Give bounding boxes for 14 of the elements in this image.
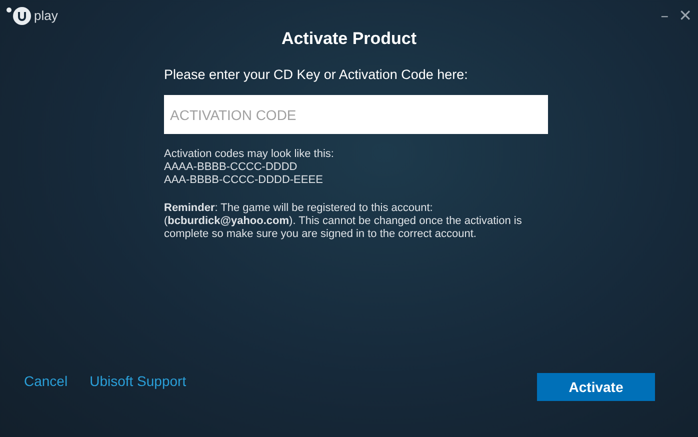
logo-icon <box>5 4 33 26</box>
reminder-text: Reminder: The game will be registered to this account: (bcburdick@yahoo.com). This cannot be changed once the activation is complete so make sure you are signed in to the correct account. <box>164 202 523 241</box>
footer-link[interactable]: Ubisoft Support <box>90 373 186 389</box>
dialog-title: Activate Product <box>281 29 417 49</box>
help-text: AAA-BBBB-CCCC-DDDD-EEEE <box>164 174 324 187</box>
minimize-button[interactable]: – <box>660 6 669 24</box>
help-text: AAAA-BBBB-CCCC-DDDD <box>164 161 298 174</box>
help-text: Activation codes may look like this: <box>164 148 335 161</box>
activate-button[interactable]: Activate <box>537 373 655 401</box>
close-button[interactable]: ✕ <box>678 6 692 24</box>
logo-text: play <box>34 8 58 22</box>
footer-link[interactable]: Cancel <box>24 373 68 389</box>
activation-code-field[interactable]: ACTIVATION CODE <box>164 95 548 134</box>
prompt-text: Please enter your CD Key or Activation Code here: <box>164 67 469 82</box>
